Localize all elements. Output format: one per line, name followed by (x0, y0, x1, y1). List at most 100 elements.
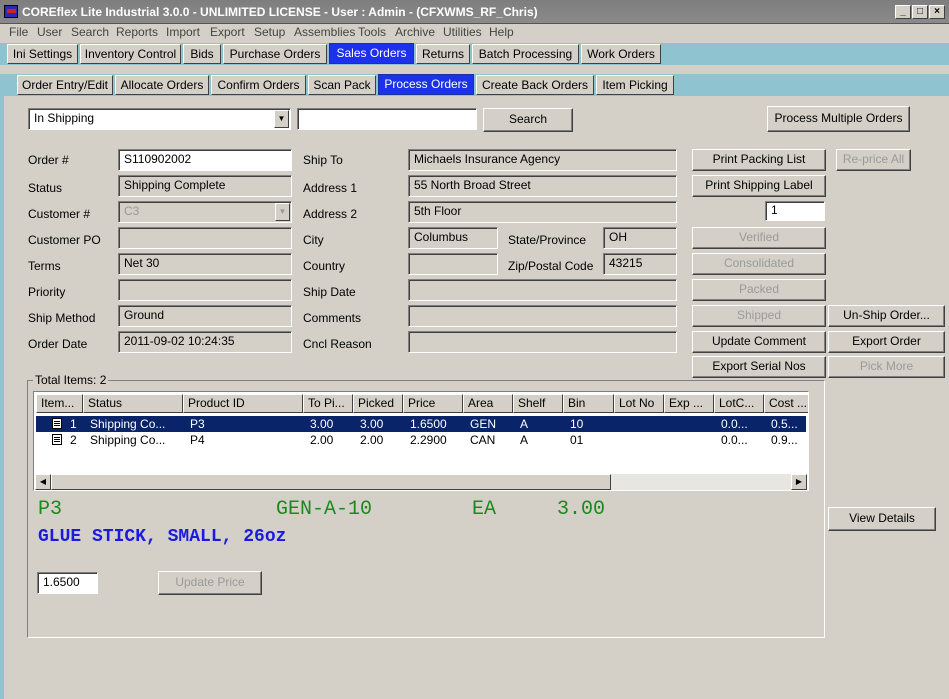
order-date-label: Order Date (28, 337, 88, 351)
column-header-picked[interactable]: Picked (353, 394, 403, 413)
column-header-product-id[interactable]: Product ID (183, 394, 303, 413)
scroll-right-icon[interactable]: ▶ (791, 474, 807, 490)
menu-utilities[interactable]: Utilities (443, 25, 482, 39)
city-field: Columbus (408, 227, 498, 249)
tab-inventory-control[interactable]: Inventory Control (80, 44, 181, 64)
zip-field: 43215 (603, 253, 677, 275)
tab-sales-orders[interactable]: Sales Orders (329, 43, 414, 64)
cell-price: 2.2900 (410, 433, 447, 447)
zip-label: Zip/Postal Code (508, 259, 594, 273)
chevron-down-icon[interactable]: ▼ (274, 110, 289, 128)
column-header-lot-cost[interactable]: LotC... (714, 394, 764, 413)
cell-product-id: P3 (190, 417, 205, 431)
column-header-cost[interactable]: Cost ... (764, 394, 808, 413)
label-copies-input[interactable]: 1 (765, 201, 825, 221)
menu-user[interactable]: User (37, 25, 62, 39)
menu-search[interactable]: Search (71, 25, 109, 39)
verified-button: Verified (692, 227, 826, 249)
ship-to-label: Ship To (303, 153, 343, 167)
price-input[interactable]: 1.6500 (37, 572, 98, 594)
export-serial-nos-button[interactable]: Export Serial Nos (692, 356, 826, 378)
tab-confirm-orders[interactable]: Confirm Orders (211, 75, 306, 95)
update-comment-button[interactable]: Update Comment (692, 331, 826, 353)
menu-assemblies[interactable]: Assemblies (294, 25, 355, 39)
maximize-icon[interactable]: □ (912, 5, 928, 19)
column-header-exp[interactable]: Exp ... (664, 394, 714, 413)
country-label: Country (303, 259, 346, 273)
scrollbar-thumb[interactable] (51, 474, 611, 490)
priority-field (118, 279, 292, 301)
tab-ini-settings[interactable]: Ini Settings (7, 44, 78, 64)
close-icon[interactable]: × (929, 5, 945, 19)
search-button[interactable]: Search (483, 108, 573, 132)
menu-tools[interactable]: Tools (358, 25, 386, 39)
menu-export[interactable]: Export (210, 25, 245, 39)
status-filter-select[interactable]: In Shipping ▼ (28, 108, 291, 130)
view-details-button[interactable]: View Details (828, 507, 936, 531)
menu-archive[interactable]: Archive (395, 25, 435, 39)
address2-field: 5th Floor (408, 201, 677, 223)
menu-bar: File User Search Reports Import Export S… (0, 24, 949, 42)
customer-value: C3 (124, 204, 140, 218)
column-header-bin[interactable]: Bin (563, 394, 614, 413)
app-icon (4, 5, 18, 18)
process-multiple-orders-button[interactable]: Process Multiple Orders (767, 106, 910, 132)
tab-item-picking[interactable]: Item Picking (596, 75, 674, 95)
cell-price: 1.6500 (410, 417, 447, 431)
tab-allocate-orders[interactable]: Allocate Orders (115, 75, 209, 95)
print-packing-list-button[interactable]: Print Packing List (692, 149, 826, 171)
table-row[interactable]: 1 Shipping Co... P3 3.00 3.00 1.6500 GEN… (36, 416, 806, 432)
column-header-shelf[interactable]: Shelf (513, 394, 563, 413)
column-header-area[interactable]: Area (463, 394, 513, 413)
cell-item: 2 (70, 433, 77, 447)
menu-file[interactable]: File (9, 25, 28, 39)
state-label: State/Province (508, 233, 587, 247)
tab-purchase-orders[interactable]: Purchase Orders (223, 44, 327, 64)
scroll-left-icon[interactable]: ◀ (35, 474, 51, 490)
total-items-label: Total Items: 2 (33, 373, 109, 387)
menu-reports[interactable]: Reports (116, 25, 158, 39)
cell-shelf: A (520, 433, 529, 447)
export-order-button[interactable]: Export Order (828, 331, 945, 353)
menu-help[interactable]: Help (489, 25, 514, 39)
tab-create-back-orders[interactable]: Create Back Orders (476, 75, 594, 95)
tab-batch-processing[interactable]: Batch Processing (472, 44, 579, 64)
state-field: OH (603, 227, 677, 249)
detail-location: GEN-A-10 (276, 498, 373, 521)
print-shipping-label-button[interactable]: Print Shipping Label (692, 175, 826, 197)
update-price-button: Update Price (158, 571, 262, 595)
menu-import[interactable]: Import (166, 25, 200, 39)
horizontal-scrollbar[interactable]: ◀ ▶ (35, 474, 807, 490)
minimize-icon[interactable]: _ (895, 5, 911, 19)
pick-more-button: Pick More (828, 356, 945, 378)
city-label: City (303, 233, 324, 247)
column-header-lot-no[interactable]: Lot No (614, 394, 664, 413)
frame-edge (0, 96, 4, 699)
column-header-item[interactable]: Item... (36, 394, 83, 413)
column-header-status[interactable]: Status (83, 394, 183, 413)
menu-setup[interactable]: Setup (254, 25, 285, 39)
tab-scan-pack[interactable]: Scan Pack (308, 75, 376, 95)
sub-tab-bar: Order Entry/Edit Allocate Orders Confirm… (0, 74, 949, 96)
cell-picked: 2.00 (360, 433, 384, 447)
cell-cost: 0.5... (771, 417, 798, 431)
tab-work-orders[interactable]: Work Orders (581, 44, 661, 64)
table-row[interactable]: 2 Shipping Co... P4 2.00 2.00 2.2900 CAN… (36, 432, 806, 448)
document-icon (52, 434, 62, 445)
document-icon (52, 418, 62, 429)
tab-bids[interactable]: Bids (183, 44, 221, 64)
unship-order-button[interactable]: Un-Ship Order... (828, 305, 945, 327)
ship-date-label: Ship Date (303, 285, 356, 299)
reprice-all-button: Re-price All (836, 149, 911, 171)
tab-order-entry[interactable]: Order Entry/Edit (17, 75, 113, 95)
cell-shelf: A (520, 417, 529, 431)
search-input[interactable] (297, 108, 477, 130)
detail-qty: 3.00 (557, 498, 606, 521)
order-no-field[interactable]: S110902002 (118, 149, 292, 171)
priority-label: Priority (28, 285, 66, 299)
tab-process-orders[interactable]: Process Orders (378, 74, 474, 95)
tab-returns[interactable]: Returns (416, 44, 470, 64)
column-header-price[interactable]: Price (403, 394, 463, 413)
cell-cost: 0.9... (771, 433, 798, 447)
column-header-to-pick[interactable]: To Pi... (303, 394, 353, 413)
